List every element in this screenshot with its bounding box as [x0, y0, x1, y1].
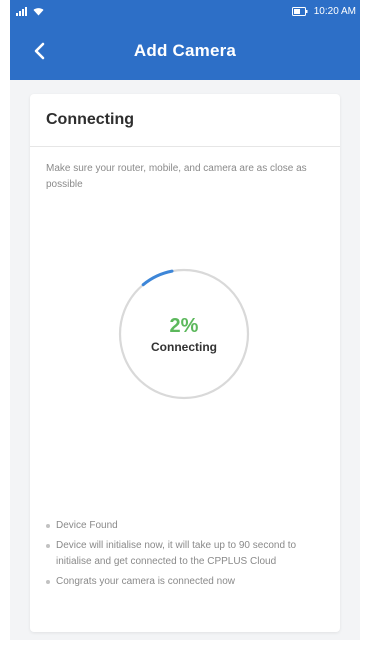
status-right: 10:20 AM [291, 5, 356, 17]
step-text: Device will initialise now, it will take… [56, 540, 297, 567]
instruction-text: Make sure your router, mobile, and camer… [46, 163, 307, 190]
bullet-icon [46, 524, 50, 528]
step-item: Congrats your camera is connected now [46, 574, 328, 590]
progress-label: Connecting [151, 340, 217, 354]
wifi-icon [33, 7, 44, 16]
bullet-icon [46, 544, 50, 548]
progress-ring: 2% Connecting [116, 266, 252, 402]
step-item: Device will initialise now, it will take… [46, 538, 328, 570]
back-button[interactable] [24, 36, 54, 66]
status-left [16, 6, 44, 16]
connection-steps: Device Found Device will initialise now,… [46, 518, 328, 594]
bullet-icon [46, 580, 50, 584]
card-title: Connecting [30, 94, 340, 147]
step-text: Device Found [56, 520, 118, 531]
progress-percent: 2% [169, 315, 199, 337]
signal-icon [16, 6, 27, 16]
step-item: Device Found [46, 518, 328, 534]
progress-center: 2% Connecting [116, 266, 252, 402]
connection-card: Connecting Make sure your router, mobile… [30, 94, 340, 632]
app-screen: 10:20 AM Add Camera Connecting Make sure… [10, 0, 360, 640]
battery-icon [291, 6, 308, 16]
chevron-left-icon [34, 42, 45, 60]
step-text: Congrats your camera is connected now [56, 576, 235, 587]
status-time: 10:20 AM [313, 5, 356, 17]
page-title: Add Camera [133, 41, 237, 60]
app-bar: Add Camera [10, 22, 360, 80]
status-bar: 10:20 AM [10, 0, 360, 22]
